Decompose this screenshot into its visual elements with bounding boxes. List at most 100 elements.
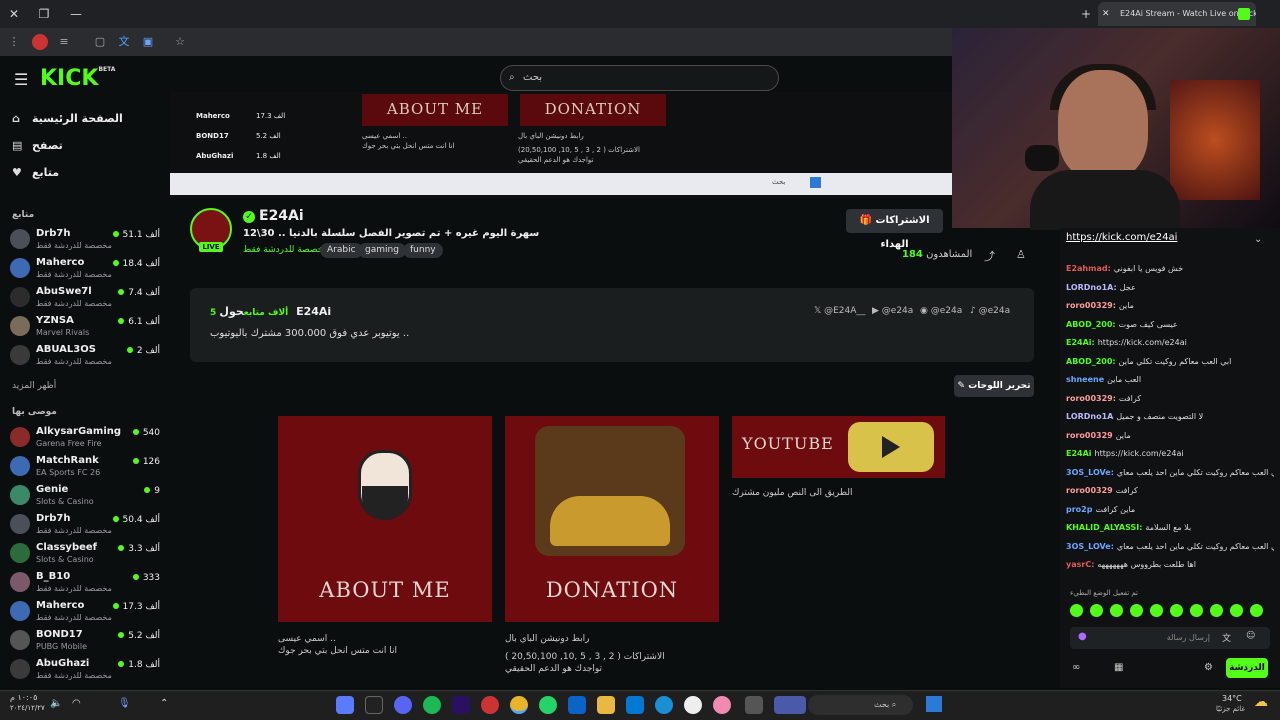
close-window-icon[interactable]: ✕ (2, 4, 26, 24)
chat-message[interactable]: 3OS_LOVe: ابي العب معاكم روكيت تكلي ماين … (1066, 468, 1274, 477)
profile-avatar-icon[interactable] (32, 34, 48, 50)
app-icon[interactable] (336, 696, 354, 714)
search-input[interactable]: ⌕ بحث (500, 65, 779, 91)
chat-message[interactable]: E2ahmad: خش فويس يا ابفوني (1066, 264, 1274, 273)
app-icon[interactable] (745, 696, 763, 714)
chat-pinned-link[interactable]: https://kick.com/e24ai (1066, 232, 1177, 243)
wifi-icon[interactable]: ◠ (72, 698, 81, 709)
app-icon[interactable] (713, 696, 731, 714)
chat-username[interactable]: LORDno1A: (1066, 283, 1117, 292)
menu-dots-icon[interactable]: ⋮ (6, 34, 22, 50)
chat-username[interactable]: 3OS_LOVe: (1066, 542, 1114, 551)
sidebar-channel-item[interactable]: MatchRank EA Sports FC 26 126 (10, 453, 160, 481)
outlook-icon[interactable] (568, 696, 586, 714)
gear-icon[interactable]: ⚙ (1204, 662, 1213, 673)
browser-tab[interactable]: ✕ E24Ai Stream - Watch Live on Kick (1098, 2, 1256, 26)
chat-username[interactable]: 3OS_LOVe: (1066, 468, 1114, 477)
chat-username[interactable]: roro00329: (1066, 394, 1116, 403)
chat-message[interactable]: roro00329 كرافت (1066, 486, 1274, 495)
tray-chevron-icon[interactable]: ⌃ (160, 698, 168, 709)
nav-following[interactable]: ♥ متابع (12, 162, 162, 184)
premiere-icon[interactable] (452, 696, 470, 714)
chat-message-input[interactable]: إرسال رسالة (1070, 627, 1270, 649)
emote-icon[interactable] (1070, 604, 1083, 617)
emote-icon[interactable] (1230, 604, 1243, 617)
chat-message[interactable]: LORDno1A لا التصويت منصف و جميل (1066, 412, 1274, 421)
chevron-down-icon[interactable]: ⌄ (1254, 234, 1262, 245)
mic-tray-icon[interactable]: 🎙 (118, 698, 131, 709)
reading-list-icon[interactable]: ≡ (56, 34, 72, 50)
nav-home[interactable]: ⌂ الصفحة الرئيسية (12, 108, 162, 130)
sidebar-channel-item[interactable]: AbuGhazi مخصصة للدردشة فقط 1.8 ألف (10, 656, 160, 684)
chat-username[interactable]: KHALID_ALYASSI: (1066, 523, 1142, 532)
sidebar-channel-item[interactable]: AlkysarGaming Garena Free Fire 540 (10, 424, 160, 452)
donation-panel[interactable]: DONATION (505, 416, 719, 622)
clock-time[interactable]: ١٠:٠٥ م (10, 693, 37, 702)
sidebar-channel-item[interactable]: B_B10 مخصصة للدردشة فقط 333 (10, 569, 160, 597)
speaker-icon[interactable]: 🔈 (50, 698, 62, 709)
social-discord-link[interactable]: ◉ @e24a (920, 306, 962, 316)
chat-settings-icon[interactable]: ∞ (1072, 662, 1080, 673)
minimize-window-icon[interactable]: — (64, 4, 88, 24)
emote-icon[interactable] (1150, 604, 1163, 617)
chat-username[interactable]: E24Ai: (1066, 338, 1095, 347)
chat-send-button[interactable]: الدردشة (1226, 658, 1268, 678)
emote-icon[interactable] (1250, 604, 1263, 617)
chat-message[interactable]: shneene العب ماين (1066, 375, 1274, 384)
share-icon[interactable]: ⤴ (984, 248, 995, 264)
discord-icon[interactable] (394, 696, 412, 714)
chat-username[interactable]: pro2p (1066, 505, 1092, 514)
sidebar-channel-item[interactable]: AbuSwe7l مخصصة للدردشة فقط 7.4 ألف (10, 284, 160, 312)
youtube-panel[interactable]: YOUTUBE (732, 416, 945, 478)
follow-user-icon[interactable]: ♙ (1016, 248, 1026, 261)
sidebar-channel-item[interactable]: ABUAL3OS مخصصة للدردشة فقط 2 ألف (10, 342, 160, 370)
translate-icon[interactable]: 文 (1222, 631, 1231, 644)
sidebar-channel-item[interactable]: Classybeef Slots & Casino 3.3 ألف (10, 540, 160, 568)
emote-icon[interactable] (1090, 604, 1103, 617)
emote-icon[interactable] (1210, 604, 1223, 617)
file-explorer-icon[interactable] (597, 696, 615, 714)
terminal-icon[interactable] (365, 696, 383, 714)
app-icon[interactable] (481, 696, 499, 714)
chat-message[interactable]: ABOD_200: ابي العب معاكم روكيت تكلي ماين (1066, 357, 1274, 366)
store-app-icon[interactable] (626, 696, 644, 714)
hamburger-menu-icon[interactable]: ☰ (14, 70, 28, 89)
channel-username[interactable]: ✓ E24Ai (243, 208, 304, 224)
chat-message[interactable]: pro2p ماين كرافت (1066, 505, 1274, 514)
sidebar-channel-item[interactable]: YZNSA Marvel Rivals 6.1 ألف (10, 313, 160, 341)
emote-icon[interactable] (1170, 604, 1183, 617)
sidebar-channel-item[interactable]: Drb7h مخصصة للدردشة فقط 51.1 ألف (10, 226, 160, 254)
weather-desc[interactable]: غائم جزئيًا (1216, 705, 1245, 713)
chat-username[interactable]: roro00329: (1066, 301, 1116, 310)
kick-logo[interactable]: KICKBETA (40, 66, 115, 91)
emote-icon[interactable] (1130, 604, 1143, 617)
chat-username[interactable]: roro00329 (1066, 486, 1113, 495)
game-icon[interactable] (774, 696, 806, 714)
chat-message[interactable]: 3OS_LOVe: ابي العب معاكم روكيت تكلي ماين … (1066, 542, 1274, 551)
social-tiktok-link[interactable]: ♪ @e24a (970, 306, 1010, 316)
chat-username[interactable]: E24Ai (1066, 449, 1092, 458)
store-icon[interactable]: ▦ (1114, 662, 1123, 673)
chat-username[interactable]: roro00329 (1066, 431, 1113, 440)
chat-message[interactable]: E24Ai https://kick.com/e24ai (1066, 449, 1274, 458)
gift-subs-button[interactable]: 🎁 الاشتراكات الهداء (846, 209, 943, 250)
tag-chip[interactable]: Arabic (320, 243, 363, 258)
about-me-panel[interactable]: ABOUT ME (278, 416, 492, 622)
chatgpt-icon[interactable] (684, 696, 702, 714)
emoji-icon[interactable]: ☺ (1246, 631, 1255, 641)
chat-username[interactable]: ABOD_200: (1066, 357, 1116, 366)
edge-icon[interactable] (655, 696, 673, 714)
social-x-link[interactable]: 𝕏 @E24A__ (814, 306, 865, 316)
spotify-icon[interactable] (423, 696, 441, 714)
translate-icon[interactable]: 文 (116, 34, 132, 50)
windows-start-icon[interactable] (926, 696, 942, 712)
show-more-link[interactable]: أظهر المزيد (12, 381, 56, 391)
chat-message[interactable]: yasrC: اها طلعت بطرووس هههههههه (1066, 560, 1274, 569)
weather-temp[interactable]: 34°C (1222, 694, 1242, 703)
chat-message[interactable]: KHALID_ALYASSI: بلا مع السلامة (1066, 523, 1274, 532)
whatsapp-icon[interactable] (539, 696, 557, 714)
chat-message[interactable]: E24Ai: https://kick.com/e24ai (1066, 338, 1274, 347)
sidebar-channel-item[interactable]: Genie Slots & Casino 9 (10, 482, 160, 510)
taskbar-search[interactable]: بحث ⌕ (808, 695, 913, 715)
chat-message[interactable]: roro00329 ماين (1066, 431, 1274, 440)
